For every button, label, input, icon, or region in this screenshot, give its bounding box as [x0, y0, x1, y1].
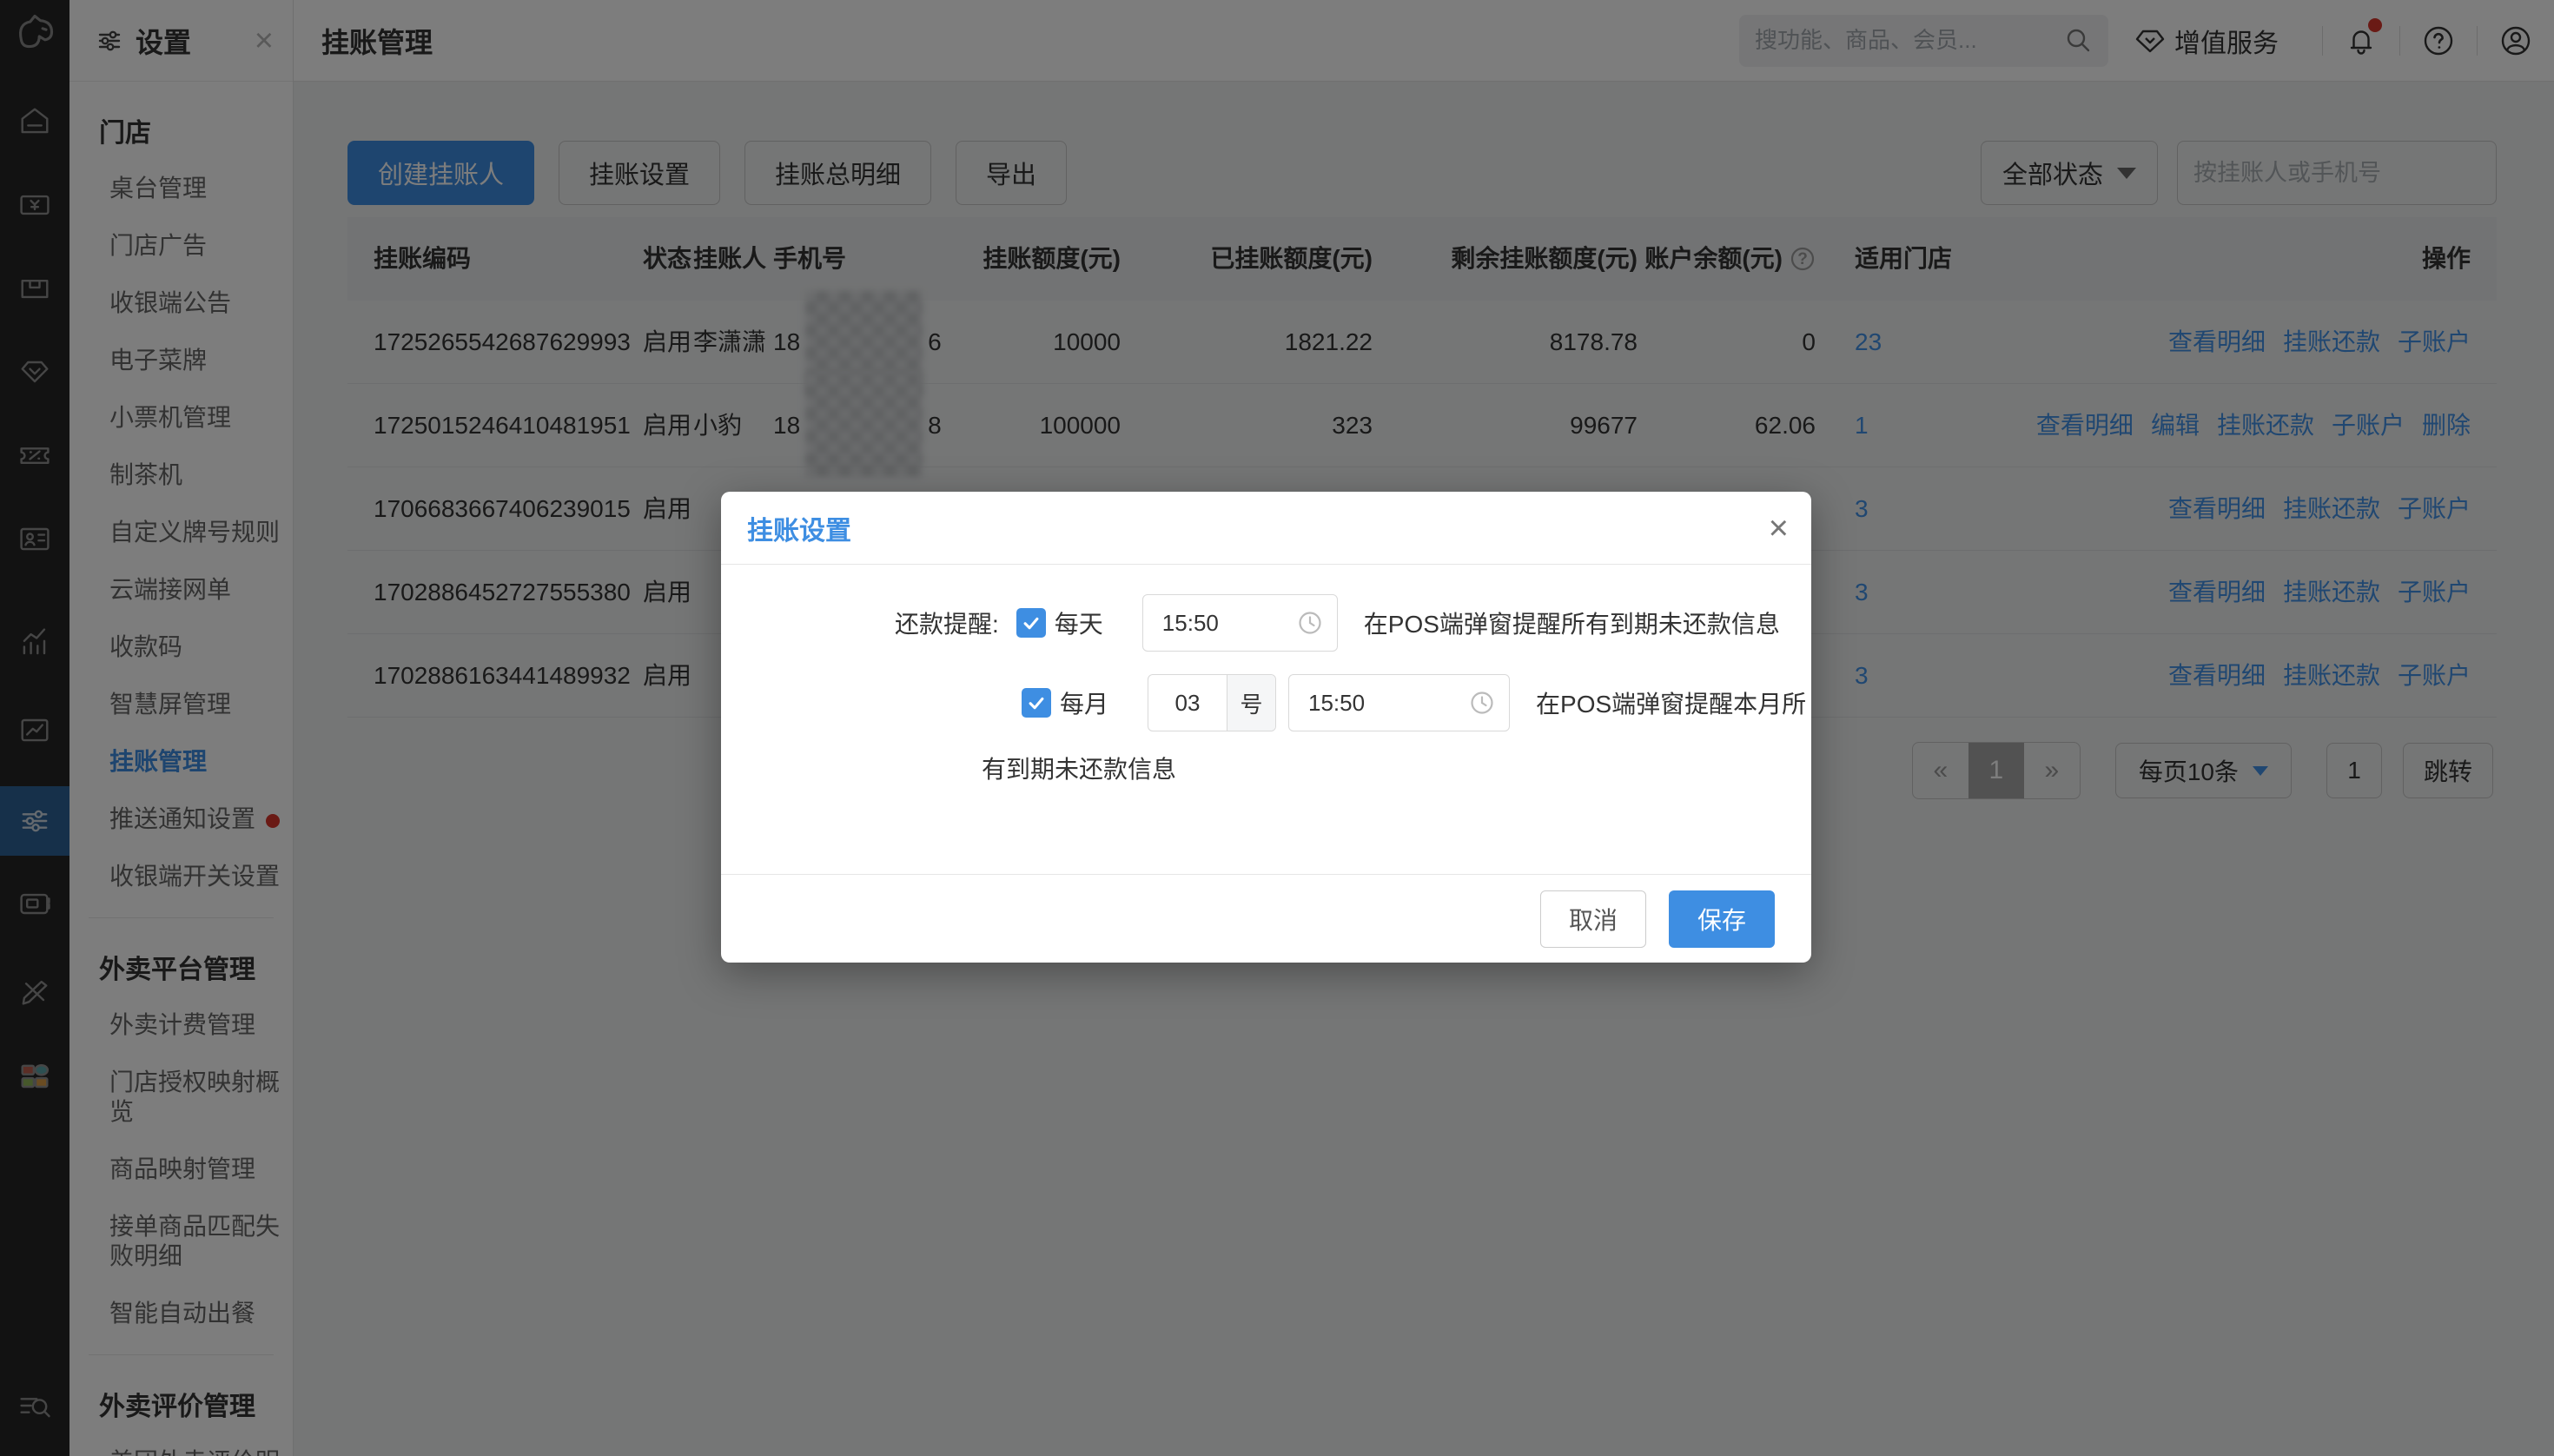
monthly-day-picker[interactable]: 号: [1148, 674, 1276, 731]
save-button[interactable]: 保存: [1669, 890, 1775, 948]
daily-time-picker[interactable]: [1142, 594, 1338, 652]
monthly-desc-line2: 有到期未还款信息: [982, 751, 1811, 785]
modal-footer: 取消 保存: [721, 874, 1811, 963]
monthly-label: 每月: [1060, 685, 1108, 720]
cancel-button[interactable]: 取消: [1540, 890, 1646, 948]
monthly-reminder-row: 每月 号 在POS端弹窗提醒本月所: [1022, 674, 1811, 731]
modal-title: 挂账设置: [747, 509, 1769, 547]
monthly-desc-line1: 在POS端弹窗提醒本月所: [1536, 685, 1806, 720]
daily-desc: 在POS端弹窗提醒所有到期未还款信息: [1364, 606, 1780, 640]
daily-reminder-row: 还款提醒: 每天 在POS端弹窗提醒所有到期未还款信息: [895, 594, 1811, 652]
daily-checkbox[interactable]: [1016, 608, 1046, 638]
reminder-label: 还款提醒:: [895, 606, 999, 640]
monthly-time-picker[interactable]: [1288, 674, 1510, 731]
credit-settings-modal: 挂账设置 × 还款提醒: 每天 在POS端弹窗提醒所有到期未还款信息 每月 号: [721, 492, 1811, 963]
clock-icon: [1297, 610, 1323, 636]
monthly-time-input[interactable]: [1308, 690, 1469, 717]
check-icon: [1025, 692, 1048, 714]
app-root: 设置 × 门店 桌台管理 门店广告 收银端公告 电子菜牌 小票机管理 制茶机 自…: [0, 0, 2554, 1456]
modal-close-icon[interactable]: ×: [1769, 511, 1789, 546]
day-suffix-label: 号: [1227, 675, 1275, 731]
check-icon: [1020, 612, 1042, 634]
daily-time-input[interactable]: [1162, 610, 1297, 637]
modal-header: 挂账设置 ×: [721, 492, 1811, 565]
daily-label: 每天: [1055, 606, 1103, 640]
clock-icon: [1469, 690, 1495, 716]
monthly-day-input[interactable]: [1161, 690, 1214, 717]
monthly-checkbox[interactable]: [1022, 688, 1051, 718]
